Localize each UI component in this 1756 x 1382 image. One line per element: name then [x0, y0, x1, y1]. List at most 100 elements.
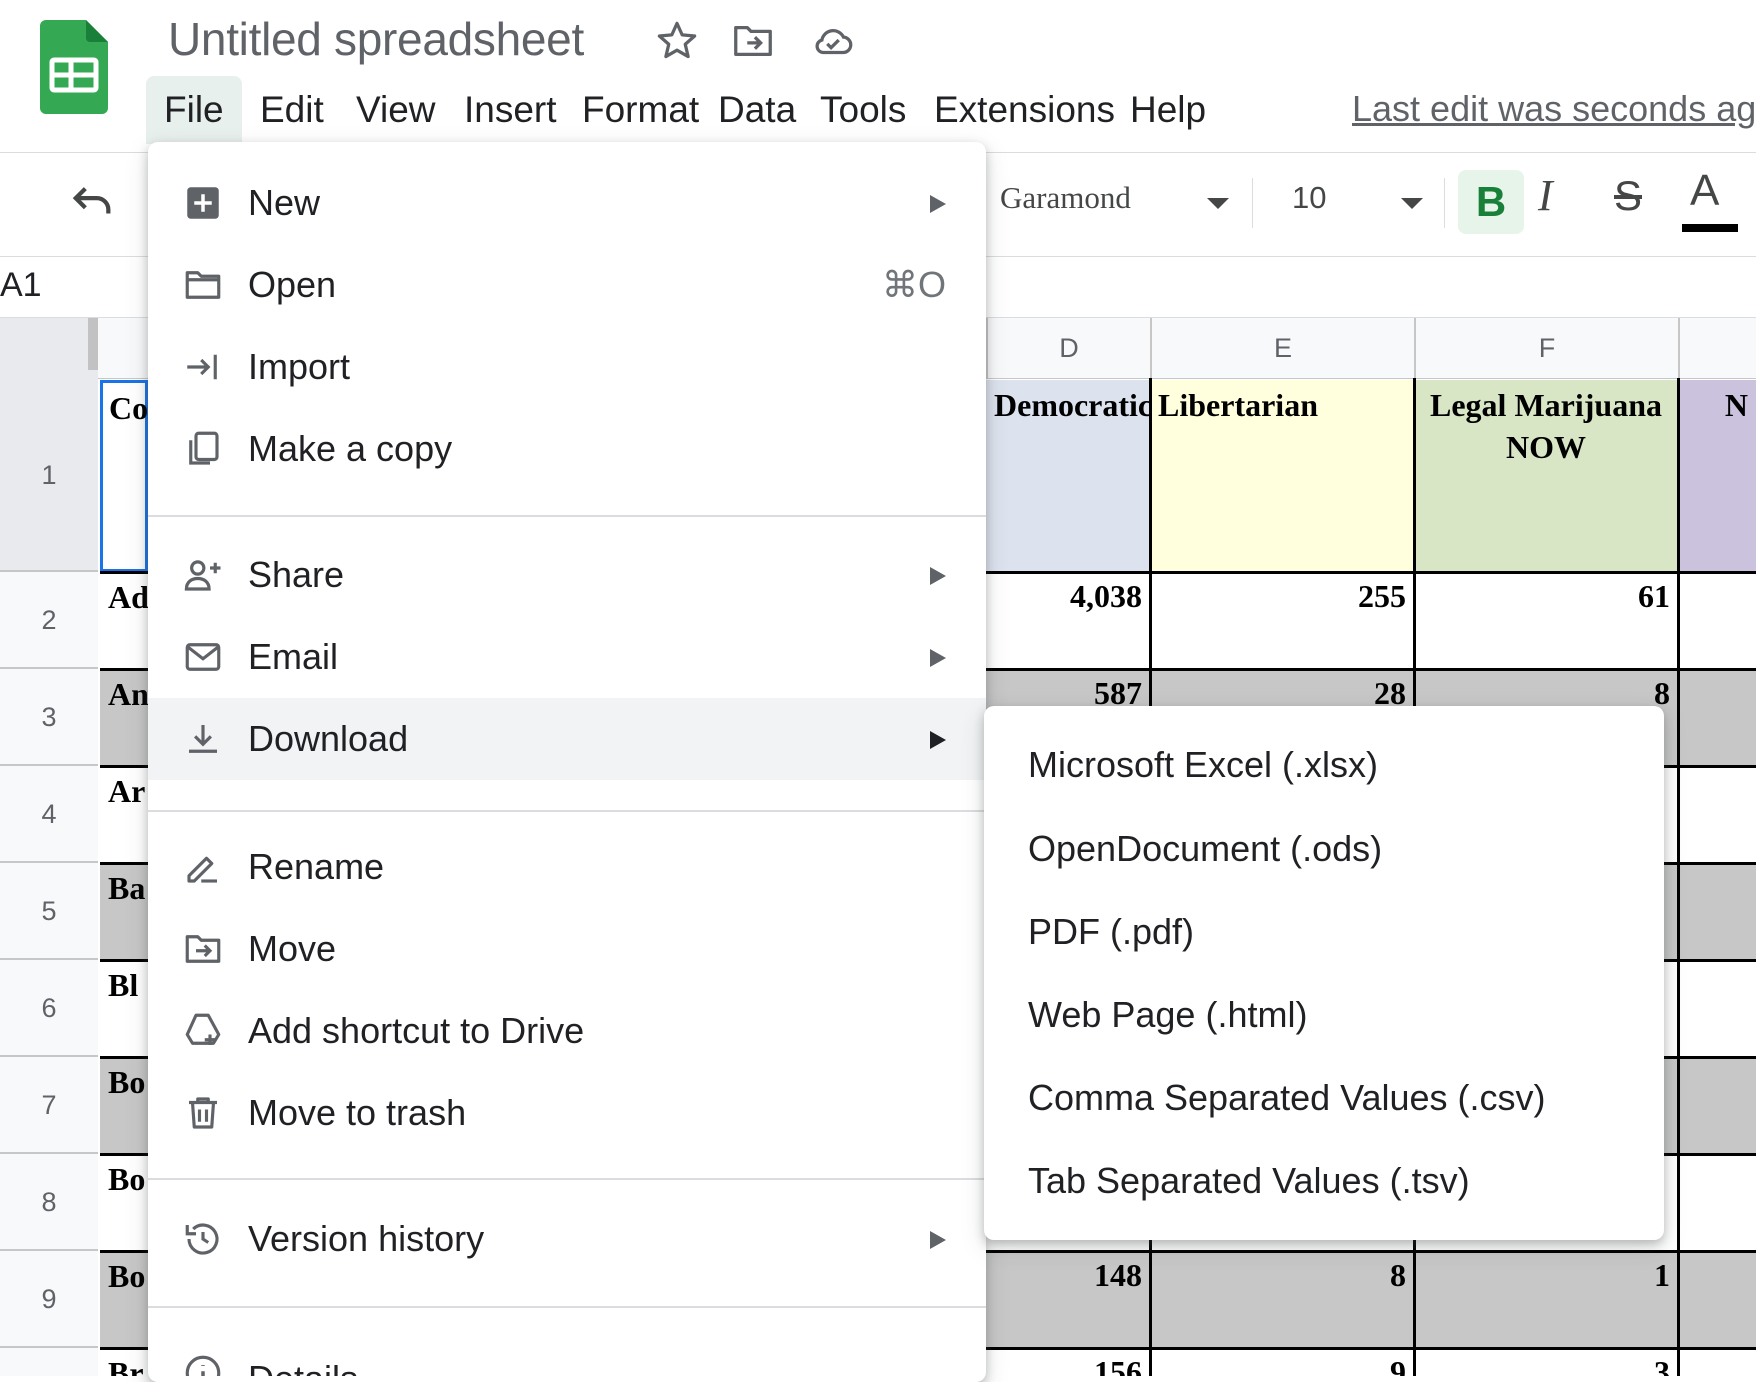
new-sheet-icon — [182, 182, 224, 224]
menu-data[interactable]: Data — [700, 76, 814, 144]
bold-icon: B — [1475, 178, 1507, 225]
download-csv[interactable]: Comma Separated Values (.csv) — [984, 1057, 1664, 1139]
sheets-logo-icon[interactable] — [40, 20, 108, 114]
cell-f9[interactable]: 1 — [1414, 1253, 1678, 1298]
download-pdf[interactable]: PDF (.pdf) — [984, 891, 1664, 973]
cell-a4[interactable]: Ar — [100, 766, 148, 816]
cloud-saved-icon[interactable] — [810, 18, 856, 64]
share-person-icon — [182, 554, 224, 596]
cell-border — [1677, 378, 1680, 1376]
cell-a6[interactable]: Bl — [100, 960, 148, 1010]
menu-item-add-shortcut[interactable]: Add shortcut to Drive — [148, 990, 986, 1072]
download-icon — [182, 718, 224, 760]
row-header-3[interactable]: 3 — [0, 669, 98, 766]
menu-view[interactable]: View — [338, 76, 454, 144]
menu-tools[interactable]: Tools — [802, 76, 924, 144]
last-edit-link[interactable]: Last edit was seconds ago — [1352, 88, 1756, 130]
toolbar-divider — [1252, 178, 1253, 228]
column-header-d[interactable]: D — [986, 318, 1150, 378]
email-icon — [182, 636, 224, 678]
cell-f10[interactable]: 3 — [1414, 1350, 1678, 1376]
cell-f2[interactable]: 61 — [1414, 574, 1678, 619]
font-family-select[interactable]: Garamond — [1000, 180, 1131, 216]
cell-d1[interactable]: Democratic — [986, 380, 1150, 572]
menu-item-rename[interactable]: Rename — [148, 826, 986, 908]
column-header-f[interactable]: F — [1414, 318, 1678, 378]
document-title[interactable]: Untitled spreadsheet — [168, 12, 584, 66]
download-xlsx[interactable]: Microsoft Excel (.xlsx) — [984, 724, 1664, 806]
italic-button[interactable]: I — [1538, 170, 1553, 221]
menu-file[interactable]: File — [146, 76, 242, 144]
select-all-corner[interactable] — [0, 318, 98, 378]
row-header-2[interactable]: 2 — [0, 572, 98, 669]
cell-a8[interactable]: Bo — [100, 1154, 148, 1204]
cell-a1[interactable]: Co — [100, 380, 148, 572]
text-color-swatch — [1682, 224, 1738, 232]
freeze-handle[interactable] — [88, 318, 98, 370]
star-icon[interactable] — [654, 18, 700, 64]
row-header-8[interactable]: 8 — [0, 1154, 98, 1251]
menu-divider — [148, 1178, 986, 1180]
menu-item-import[interactable]: Import — [148, 326, 986, 408]
menu-item-email[interactable]: Email — [148, 616, 986, 698]
undo-icon[interactable] — [70, 182, 116, 227]
menu-divider — [148, 515, 986, 517]
menu-extensions[interactable]: Extensions — [916, 76, 1133, 144]
menu-item-details[interactable]: Details — [148, 1328, 986, 1376]
chevron-down-icon[interactable] — [1401, 198, 1423, 209]
cell-d2[interactable]: 4,038 — [986, 574, 1150, 619]
row-header-1[interactable]: 1 — [0, 378, 98, 572]
chevron-right-icon — [930, 649, 946, 667]
menu-help[interactable]: Help — [1112, 76, 1224, 144]
menu-format[interactable]: Format — [564, 76, 717, 144]
menu-item-share[interactable]: Share — [148, 534, 986, 616]
menu-item-trash[interactable]: Move to trash — [148, 1072, 986, 1154]
menu-item-version-history[interactable]: Version history — [148, 1198, 986, 1280]
cell-d9[interactable]: 148 — [986, 1253, 1150, 1298]
cell-d10[interactable]: 156 — [986, 1350, 1150, 1376]
name-box[interactable]: A1 — [0, 266, 42, 305]
shortcut-label: ⌘O — [881, 264, 946, 305]
cell-g1[interactable]: N — [1678, 380, 1756, 572]
menu-edit[interactable]: Edit — [242, 76, 342, 144]
download-ods[interactable]: OpenDocument (.ods) — [984, 808, 1664, 890]
trash-icon — [182, 1092, 224, 1134]
column-header-e[interactable]: E — [1150, 318, 1414, 378]
bold-button[interactable]: B — [1458, 170, 1524, 234]
cell-a10[interactable]: Br — [100, 1348, 148, 1376]
move-folder-icon — [182, 928, 224, 970]
cell-a2[interactable]: Ad — [100, 572, 148, 622]
menu-insert[interactable]: Insert — [446, 76, 575, 144]
column-header-g[interactable] — [1678, 318, 1756, 378]
row-header-5[interactable]: 5 — [0, 863, 98, 960]
strikethrough-button[interactable]: S — [1614, 172, 1642, 220]
cell-e2[interactable]: 255 — [1150, 574, 1414, 619]
row-header-4[interactable]: 4 — [0, 766, 98, 863]
chevron-right-icon — [930, 195, 946, 213]
copy-icon — [182, 428, 224, 470]
row-header-7[interactable]: 7 — [0, 1057, 98, 1154]
menu-item-open[interactable]: Open ⌘O — [148, 244, 986, 326]
cell-a3[interactable]: An — [100, 669, 148, 719]
cell-a7[interactable]: Bo — [100, 1057, 148, 1107]
toolbar-divider — [1444, 178, 1445, 228]
cell-a5[interactable]: Ba — [100, 863, 148, 913]
cell-e9[interactable]: 8 — [1150, 1253, 1414, 1298]
info-icon — [182, 1352, 224, 1376]
chevron-down-icon[interactable] — [1207, 198, 1229, 209]
font-size-select[interactable]: 10 — [1292, 180, 1326, 216]
text-color-button[interactable]: A — [1690, 166, 1719, 216]
cell-e1[interactable]: Libertarian — [1150, 380, 1414, 572]
cell-a9[interactable]: Bo — [100, 1251, 148, 1301]
menu-item-move[interactable]: Move — [148, 908, 986, 990]
download-tsv[interactable]: Tab Separated Values (.tsv) — [984, 1140, 1664, 1222]
row-header-6[interactable]: 6 — [0, 960, 98, 1057]
menu-item-make-copy[interactable]: Make a copy — [148, 408, 986, 490]
menu-item-new[interactable]: New — [148, 162, 986, 244]
move-folder-icon[interactable] — [730, 18, 776, 64]
row-header-9[interactable]: 9 — [0, 1251, 98, 1348]
download-html[interactable]: Web Page (.html) — [984, 974, 1664, 1056]
menu-item-download[interactable]: Download — [148, 698, 986, 780]
cell-e10[interactable]: 9 — [1150, 1350, 1414, 1376]
cell-f1[interactable]: Legal Marijuana NOW — [1414, 380, 1678, 572]
